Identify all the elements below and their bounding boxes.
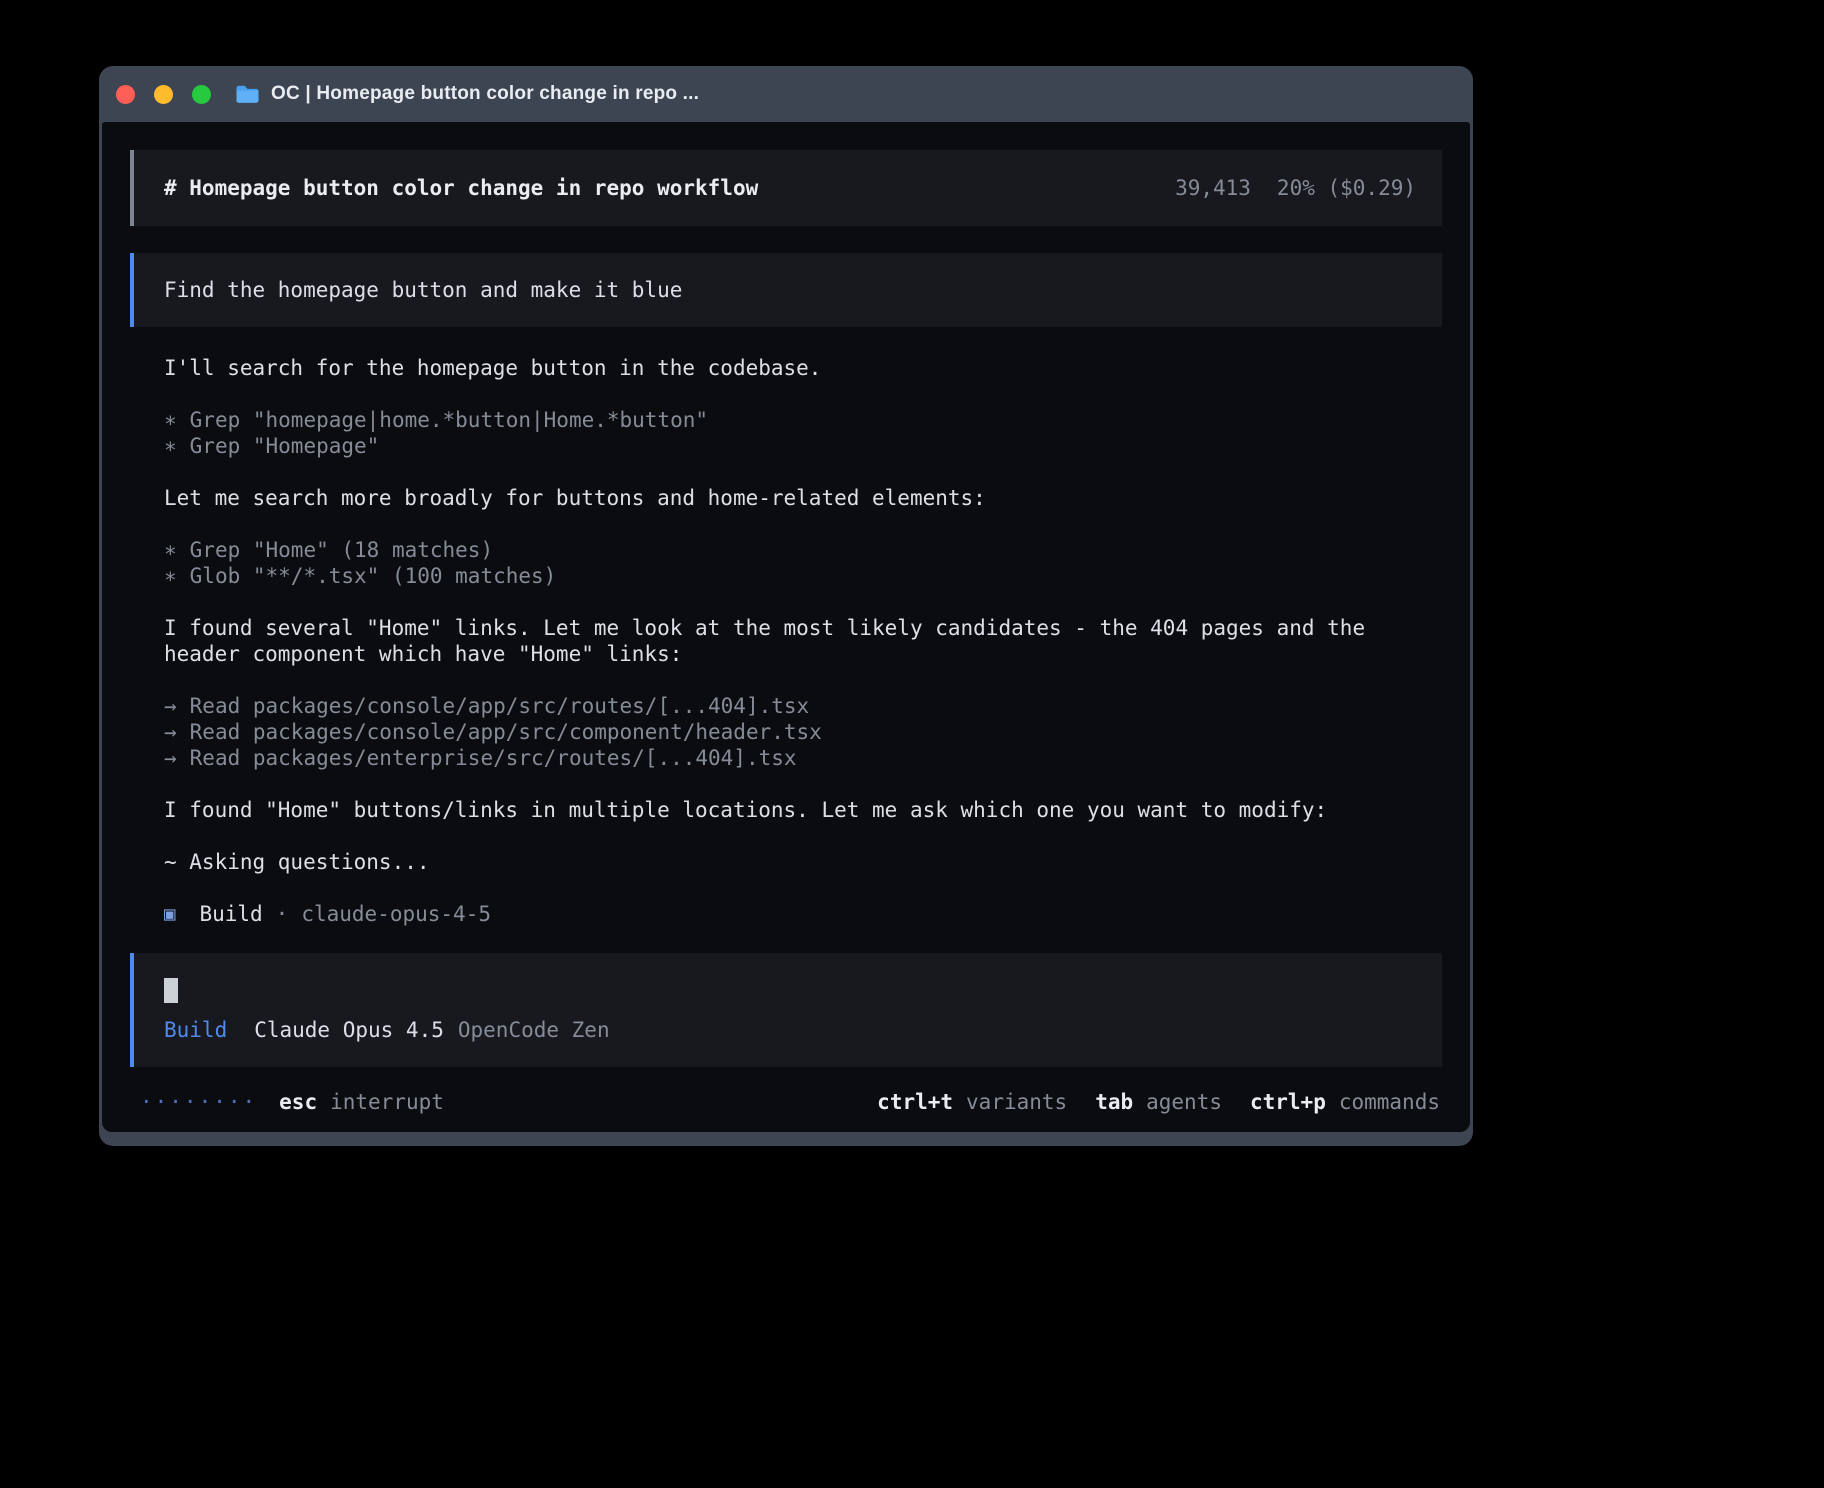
read-tool-call: → Read packages/console/app/src/componen… — [164, 719, 1420, 745]
grep-tool-call: ∗ Grep "homepage|home.*button|Home.*butt… — [164, 407, 1420, 433]
agent-model: claude-opus-4-5 — [301, 901, 491, 927]
status-bar-left: ········ esc interrupt — [140, 1089, 444, 1115]
desktop-background: OC | Homepage button color change in rep… — [0, 0, 1824, 1488]
tool-pending-icon: ∗ — [164, 407, 177, 433]
shortcut-label: agents — [1146, 1089, 1222, 1115]
tool-call-text: Read packages/console/app/src/component/… — [190, 719, 822, 745]
read-tool-call: → Read packages/console/app/src/routes/[… — [164, 693, 1420, 719]
assistant-text: I'll search for the homepage button in t… — [164, 355, 1414, 381]
read-arrow-icon: → — [164, 719, 177, 745]
assistant-text: Let me search more broadly for buttons a… — [164, 485, 1414, 511]
tool-call-text: Read packages/enterprise/src/routes/[...… — [190, 745, 797, 771]
tool-pending-icon: ∗ — [164, 563, 177, 589]
tool-call-text: Grep "Homepage" — [190, 433, 380, 459]
tool-call-text: Grep "homepage|home.*button|Home.*button… — [190, 407, 708, 433]
agent-name: Build — [199, 901, 262, 927]
assistant-text: I found "Home" buttons/links in multiple… — [164, 797, 1414, 823]
window-titlebar[interactable]: OC | Homepage button color change in rep… — [102, 66, 1470, 122]
assistant-transcript: I'll search for the homepage button in t… — [130, 327, 1420, 927]
glob-tool-call: ∗ Glob "**/*.tsx" (100 matches) — [164, 563, 1420, 589]
spinner-dots-icon: ········ — [140, 1089, 257, 1115]
user-message: Find the homepage button and make it blu… — [130, 253, 1442, 327]
shortcut-agents: tab agents — [1095, 1089, 1222, 1115]
read-arrow-icon: → — [164, 693, 177, 719]
read-tool-call: → Read packages/enterprise/src/routes/[.… — [164, 745, 1420, 771]
terminal-window: OC | Homepage button color change in rep… — [99, 66, 1473, 1146]
shortcut-label: variants — [966, 1089, 1067, 1115]
shortcut-commands: ctrl+p commands — [1250, 1089, 1440, 1115]
read-arrow-icon: → — [164, 745, 177, 771]
text-cursor — [164, 978, 178, 1003]
session-header: # Homepage button color change in repo w… — [130, 150, 1442, 226]
tool-call-group-read: → Read packages/console/app/src/routes/[… — [164, 693, 1420, 771]
shortcut-key: ctrl+p — [1250, 1089, 1326, 1115]
model-label: Claude Opus 4.5 — [254, 1017, 444, 1043]
close-button[interactable] — [116, 85, 135, 104]
tool-call-group-search: ∗ Grep "homepage|home.*button|Home.*butt… — [164, 407, 1420, 459]
grep-tool-call: ∗ Grep "Homepage" — [164, 433, 1420, 459]
grep-tool-call: ∗ Grep "Home" (18 matches) — [164, 537, 1420, 563]
shortcut-key: ctrl+t — [877, 1089, 953, 1115]
status-bar: ········ esc interrupt ctrl+t variants t… — [130, 1067, 1442, 1115]
session-title: # Homepage button color change in repo w… — [164, 175, 758, 201]
context-usage: 20% ($0.29) — [1277, 175, 1416, 201]
terminal-content: # Homepage button color change in repo w… — [102, 122, 1470, 1132]
status-bar-right: ctrl+t variants tab agents ctrl+p comman… — [877, 1089, 1440, 1115]
provider-label: OpenCode Zen — [458, 1017, 610, 1043]
shortcut-variants: ctrl+t variants — [877, 1089, 1067, 1115]
shortcut-interrupt: esc interrupt — [279, 1089, 444, 1115]
agent-mode-label: Build — [164, 1017, 227, 1043]
separator-dot: · — [276, 901, 289, 927]
traffic-lights — [116, 85, 211, 104]
tool-call-text: Grep "Home" (18 matches) — [190, 537, 493, 563]
agent-mode-icon: ▣ — [164, 901, 175, 927]
zoom-button[interactable] — [192, 85, 211, 104]
input-mode-line: Build Claude Opus 4.5 OpenCode Zen — [164, 1017, 1416, 1043]
user-message-text: Find the homepage button and make it blu… — [164, 278, 682, 302]
tool-pending-icon: ∗ — [164, 433, 177, 459]
working-status: ~ Asking questions... — [164, 849, 1420, 875]
tool-call-text: Glob "**/*.tsx" (100 matches) — [190, 563, 557, 589]
tool-pending-icon: ∗ — [164, 537, 177, 563]
tool-call-group-broad: ∗ Grep "Home" (18 matches) ∗ Glob "**/*.… — [164, 537, 1420, 589]
tool-call-text: Read packages/console/app/src/routes/[..… — [190, 693, 810, 719]
shortcut-key: esc — [279, 1089, 317, 1115]
prompt-input-line[interactable] — [164, 977, 1416, 1003]
shortcut-label: commands — [1339, 1089, 1440, 1115]
shortcut-label: interrupt — [330, 1089, 444, 1115]
token-count: 39,413 — [1175, 175, 1251, 201]
agent-status-line: ▣ Build · claude-opus-4-5 — [164, 901, 1420, 927]
session-stats: 39,413 20% ($0.29) — [1175, 175, 1416, 201]
minimize-button[interactable] — [154, 85, 173, 104]
shortcut-key: tab — [1095, 1089, 1133, 1115]
window-title: OC | Homepage button color change in rep… — [271, 83, 699, 105]
prompt-input[interactable]: Build Claude Opus 4.5 OpenCode Zen — [130, 953, 1442, 1067]
assistant-text: I found several "Home" links. Let me loo… — [164, 615, 1414, 667]
folder-icon — [235, 84, 260, 104]
